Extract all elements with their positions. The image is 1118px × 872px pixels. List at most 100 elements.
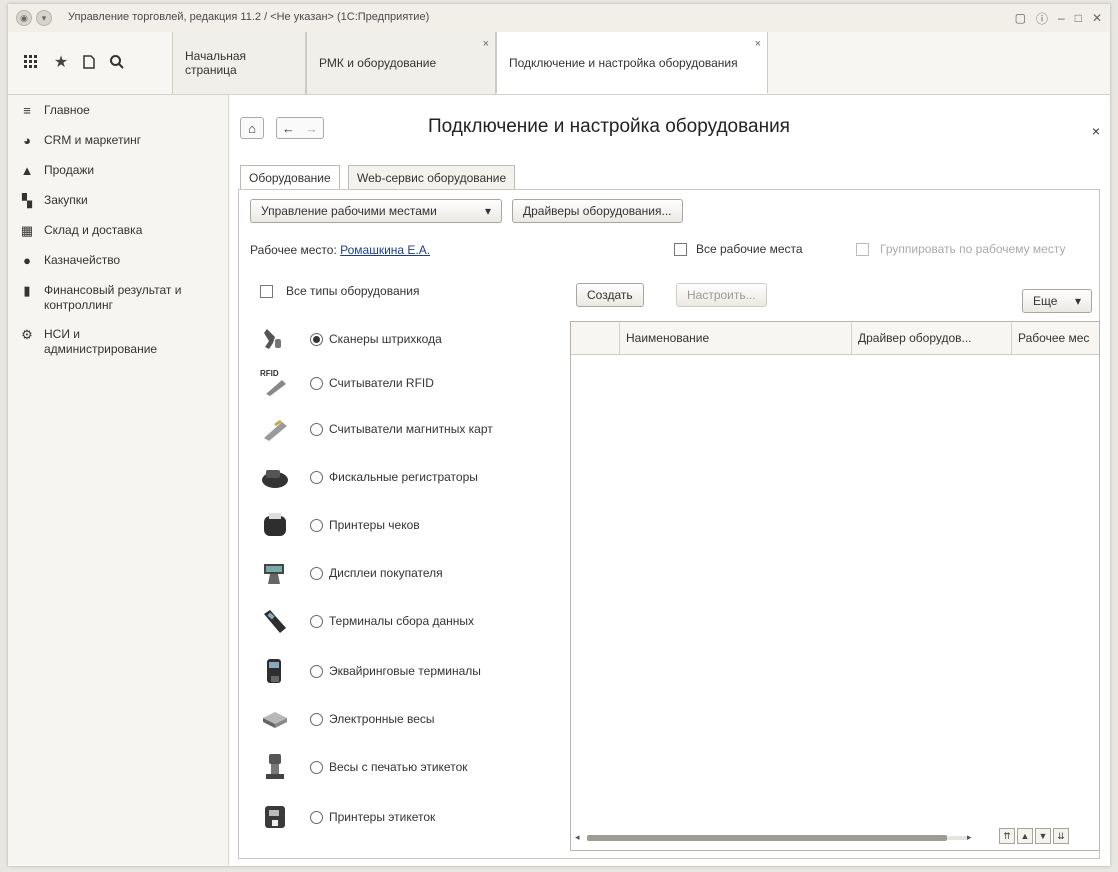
equipment-type-label-printers[interactable]: Принтеры этикеток (260, 797, 580, 837)
info-icon[interactable]: ⓘ (1036, 10, 1048, 27)
create-button[interactable]: Создать (576, 283, 644, 307)
treasury-icon: ● (23, 253, 31, 268)
sidebar-item-admin[interactable]: ⚙ НСИ и администрирование (8, 327, 226, 357)
radio-button[interactable] (310, 422, 323, 436)
radio-button[interactable] (310, 614, 323, 628)
table-header: Наименование Драйвер оборудов... Рабочее… (571, 322, 1099, 355)
panel-icon[interactable]: ▢ (1015, 11, 1026, 25)
dropdown-arrow-icon: ▾ (1074, 294, 1081, 308)
radio-button[interactable] (310, 712, 323, 726)
radio-button[interactable] (310, 332, 323, 346)
favorites-star-icon[interactable]: ★ (52, 54, 70, 72)
app-menu-icon[interactable]: ◉ (16, 10, 32, 26)
configure-button[interactable]: Настроить... (676, 283, 767, 307)
tab-equipment[interactable]: Оборудование (240, 165, 340, 190)
scroll-left-icon[interactable]: ◂ (575, 832, 580, 843)
sidebar: ≡ Главное ◕ CRM и маркетинг ▲ Продажи ▚ … (8, 95, 229, 865)
back-arrow-icon[interactable]: ← (282, 121, 295, 136)
equipment-drivers-button[interactable]: Драйверы оборудования... (512, 199, 683, 223)
radio-button[interactable] (310, 470, 323, 484)
forward-arrow-icon[interactable]: → (305, 121, 318, 136)
column-header-name[interactable]: Наименование (619, 322, 851, 354)
customer-display-icon (260, 558, 290, 588)
window-controls: ▢ ⓘ – □ ✕ (1015, 10, 1102, 26)
close-tab-icon[interactable]: × (755, 38, 761, 50)
tab-label: Начальная страница (185, 49, 247, 77)
equipment-type-rfid-readers[interactable]: RFID Считыватели RFID (260, 363, 580, 403)
sidebar-item-treasury[interactable]: ● Казначейство (8, 253, 226, 269)
radio-button[interactable] (310, 664, 323, 678)
close-window-icon[interactable]: ✕ (1092, 11, 1102, 25)
home-icon: ⌂ (248, 120, 256, 136)
tab-label: РМК и оборудование (319, 56, 437, 70)
all-workplaces-checkbox[interactable] (674, 243, 687, 256)
column-header-driver[interactable]: Драйвер оборудов... (851, 322, 1011, 354)
equipment-type-fiscal-registers[interactable]: Фискальные регистраторы (260, 457, 580, 497)
sidebar-item-main[interactable]: ≡ Главное (8, 103, 226, 119)
maximize-icon[interactable]: □ (1075, 11, 1082, 25)
electronic-scales-icon (260, 704, 290, 734)
workplace-label: Рабочее место: Ромашкина Е.А. (250, 243, 431, 257)
move-first-icon[interactable]: ⇈ (999, 828, 1015, 844)
scroll-thumb[interactable] (587, 835, 947, 841)
move-down-icon[interactable]: ▼ (1035, 828, 1051, 844)
minimize-icon[interactable]: – (1058, 11, 1065, 25)
sales-icon: ▲ (20, 163, 34, 178)
tab-pos-equipment[interactable]: РМК и оборудование × (306, 32, 496, 94)
close-icon[interactable]: × (1092, 123, 1100, 139)
group-by-workplace-checkbox[interactable] (856, 243, 869, 256)
sidebar-item-finance[interactable]: ▮ Финансовый результат и контроллинг (8, 283, 226, 313)
radio-button[interactable] (310, 376, 323, 390)
radio-button[interactable] (310, 760, 323, 774)
equipment-type-label-scales[interactable]: Весы с печатью этикеток (260, 747, 580, 787)
gear-icon: ⚙ (21, 327, 33, 342)
equipment-table[interactable]: Наименование Драйвер оборудов... Рабочее… (570, 321, 1100, 851)
equipment-type-electronic-scales[interactable]: Электронные весы (260, 699, 580, 739)
column-header-workplace[interactable]: Рабочее мес (1011, 322, 1099, 354)
crm-icon: ◕ (23, 133, 31, 148)
radio-button[interactable] (310, 566, 323, 580)
chart-icon: ▮ (23, 283, 31, 298)
sidebar-item-warehouse[interactable]: ▦ Склад и доставка (8, 223, 226, 239)
more-button[interactable]: Еще ▾ (1022, 289, 1092, 313)
radio-button[interactable] (310, 810, 323, 824)
card-reader-icon (260, 414, 290, 444)
acquiring-terminal-icon (260, 656, 290, 686)
tab-equipment-setup[interactable]: Подключение и настройка оборудования × (496, 32, 768, 94)
sidebar-item-purchases[interactable]: ▚ Закупки (8, 193, 226, 209)
tab-label: Подключение и настройка оборудования (509, 55, 738, 70)
equipment-type-barcode-scanners[interactable]: Сканеры штрихкода (260, 319, 580, 359)
close-tab-icon[interactable]: × (483, 38, 489, 50)
search-icon[interactable] (108, 54, 126, 72)
all-types-checkbox[interactable] (260, 285, 273, 298)
column-header-marker (571, 322, 619, 354)
sidebar-item-sales[interactable]: ▲ Продажи (8, 163, 226, 179)
workplace-link[interactable]: Ромашкина Е.А. (340, 243, 430, 257)
equipment-type-data-terminals[interactable]: Терминалы сбора данных (260, 601, 580, 641)
label-printer-icon (260, 802, 290, 832)
sidebar-item-crm[interactable]: ◕ CRM и маркетинг (8, 133, 226, 149)
all-workplaces-label: Все рабочие места (696, 242, 803, 256)
apps-grid-icon[interactable] (22, 54, 40, 72)
dropdown-arrow-icon: ▾ (484, 204, 491, 218)
barcode-scanner-icon (260, 324, 290, 354)
equipment-type-magnetic-card-readers[interactable]: Считыватели магнитных карт (260, 409, 580, 449)
manage-workplaces-button[interactable]: Управление рабочими местами ▾ (250, 199, 502, 223)
history-icon[interactable] (80, 54, 98, 72)
move-last-icon[interactable]: ⇊ (1053, 828, 1069, 844)
home-button[interactable]: ⌂ (240, 117, 264, 139)
dropdown-icon[interactable]: ▾ (36, 10, 52, 26)
equipment-type-customer-displays[interactable]: Дисплеи покупателя (260, 553, 580, 593)
horizontal-scrollbar[interactable]: ◂ ▸ (575, 832, 975, 843)
tab-web-service[interactable]: Web-сервис оборудование (348, 165, 516, 189)
equipment-type-receipt-printers[interactable]: Принтеры чеков (260, 505, 580, 545)
group-by-workplace-label: Группировать по рабочему месту (880, 242, 1066, 256)
move-up-icon[interactable]: ▲ (1017, 828, 1033, 844)
toolbar: ★ Начальная страница РМК и оборудование … (8, 32, 1110, 95)
cart-icon: ▚ (22, 193, 32, 208)
scroll-right-icon[interactable]: ▸ (967, 832, 972, 843)
main-content: ⌂ ← → Подключение и настройка оборудован… (230, 95, 1110, 865)
tab-home[interactable]: Начальная страница (172, 32, 306, 94)
radio-button[interactable] (310, 518, 323, 532)
equipment-type-acquiring-terminals[interactable]: Эквайринговые терминалы (260, 651, 580, 691)
